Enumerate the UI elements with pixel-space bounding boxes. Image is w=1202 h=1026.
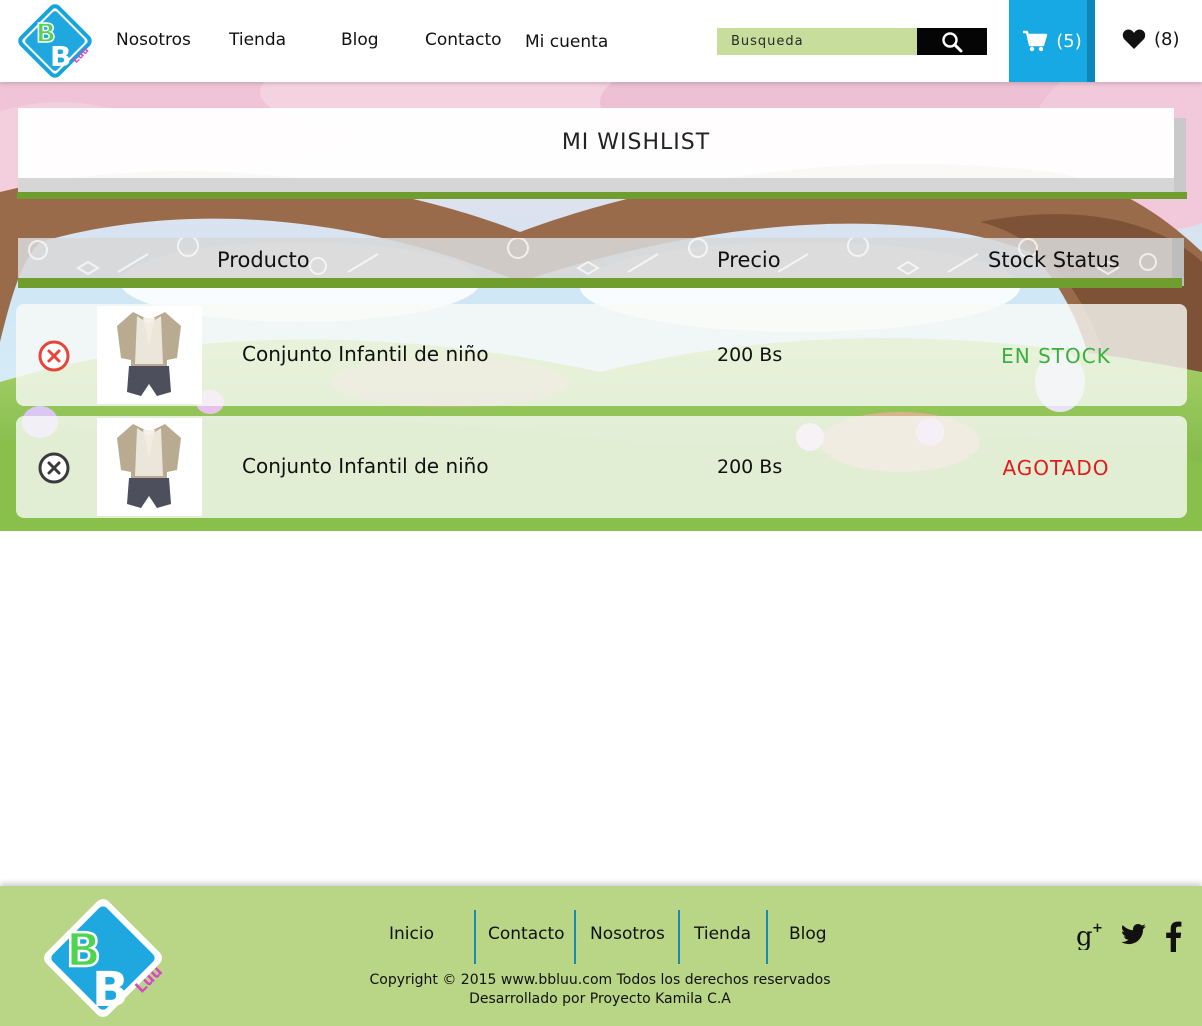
search-icon xyxy=(942,31,963,52)
site-header: B B Luu Nosotros Tienda Blog Contacto Mi… xyxy=(0,0,1202,82)
nav-mi-cuenta[interactable]: Mi cuenta xyxy=(525,32,608,52)
facebook-icon[interactable] xyxy=(1162,920,1184,952)
baby-outfit-image xyxy=(117,312,181,396)
google-plus-icon[interactable]: g + xyxy=(1076,920,1106,950)
cart-count: (5) xyxy=(1056,30,1082,52)
copyright: Copyright © 2015 www.bbluu.com Todos los… xyxy=(300,971,900,1009)
product-price: 200 Bs xyxy=(717,456,783,478)
svg-text:B: B xyxy=(50,40,71,73)
column-header-product: Producto xyxy=(217,248,310,272)
footer-nav-inicio[interactable]: Inicio xyxy=(389,924,434,944)
cart-icon xyxy=(1023,30,1048,52)
nav-blog[interactable]: Blog xyxy=(341,30,379,50)
panel-green-bar xyxy=(17,192,1187,199)
wishlist-button[interactable]: (8) xyxy=(1122,28,1180,50)
page-title: MI WISHLIST xyxy=(561,130,711,155)
table-header-green-bar xyxy=(18,278,1182,288)
baby-outfit-image xyxy=(117,424,181,508)
svg-text:+: + xyxy=(1092,921,1103,936)
nav-contacto[interactable]: Contacto xyxy=(425,30,502,50)
twitter-icon[interactable] xyxy=(1118,920,1148,950)
panel-shadow-bottom xyxy=(18,178,1174,192)
footer-divider xyxy=(678,910,680,964)
stock-status: EN STOCK xyxy=(1001,344,1111,368)
stock-status: AGOTADO xyxy=(1002,456,1110,480)
search-button[interactable] xyxy=(917,28,987,55)
heart-icon xyxy=(1122,29,1146,49)
developer-credit: Desarrollado por Proyecto Kamila C.A xyxy=(469,991,731,1007)
bbluu-logo-footer[interactable]: B B Luu xyxy=(36,892,170,1024)
remove-circle-red-icon[interactable] xyxy=(38,340,70,372)
nav-nosotros[interactable]: Nosotros xyxy=(116,30,191,50)
table-row: Conjunto Infantil de niño 200 Bs AGOTADO xyxy=(16,416,1187,518)
table-row: Conjunto Infantil de niño 200 Bs EN STOC… xyxy=(16,304,1187,406)
product-name[interactable]: Conjunto Infantil de niño xyxy=(242,342,489,366)
product-image[interactable] xyxy=(97,306,202,404)
footer-divider xyxy=(474,910,476,964)
column-header-stock: Stock Status xyxy=(988,248,1120,272)
bbluu-logo[interactable]: B B Luu xyxy=(14,2,96,80)
wishlist-section: MI WISHLIST Producto Precio Stock Status… xyxy=(0,82,1202,531)
nav-tienda[interactable]: Tienda xyxy=(229,30,286,50)
table-header: Producto Precio Stock Status xyxy=(18,238,1172,278)
footer-nav-contacto[interactable]: Contacto xyxy=(488,924,565,944)
footer-nav-nosotros[interactable]: Nosotros xyxy=(590,924,665,944)
footer-nav-blog[interactable]: Blog xyxy=(789,924,827,944)
product-image[interactable] xyxy=(97,418,202,516)
site-footer: B B Luu Inicio Contacto Nosotros Tienda … xyxy=(0,886,1202,1026)
footer-divider xyxy=(574,910,576,964)
product-price: 200 Bs xyxy=(717,344,783,366)
cart-button[interactable]: (5) xyxy=(1009,0,1095,82)
search-input[interactable] xyxy=(717,28,917,55)
footer-nav-tienda[interactable]: Tienda xyxy=(694,924,751,944)
product-name[interactable]: Conjunto Infantil de niño xyxy=(242,454,489,478)
svg-text:g: g xyxy=(1076,922,1093,950)
footer-divider xyxy=(766,910,768,964)
svg-text:B: B xyxy=(92,962,129,1018)
copyright-line: Copyright © 2015 www.bbluu.com Todos los… xyxy=(369,972,831,988)
column-header-price: Precio xyxy=(717,248,781,272)
wishlist-count: (8) xyxy=(1154,28,1180,50)
remove-circle-dark-icon[interactable] xyxy=(38,452,70,484)
